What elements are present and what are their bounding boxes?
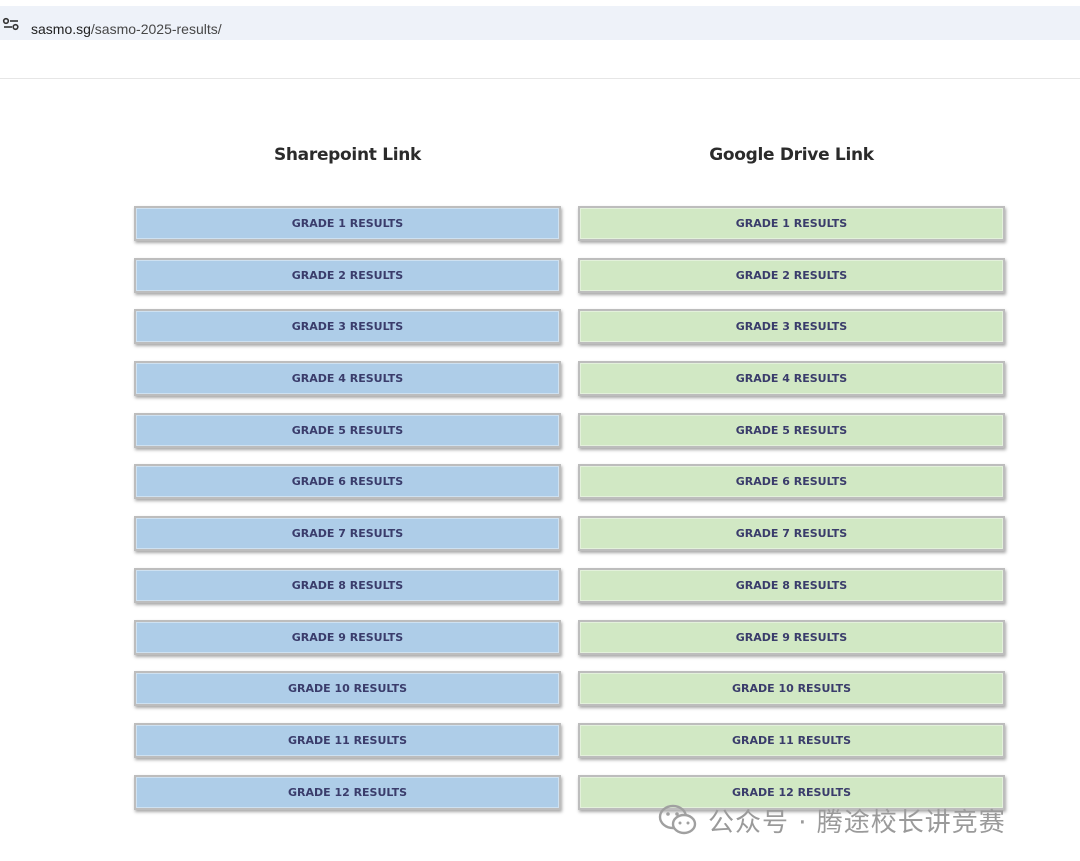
- google-drive-grade-11-results-button[interactable]: GRADE 11 RESULTS: [578, 722, 1005, 758]
- sharepoint-grade-4-results-button[interactable]: GRADE 4 RESULTS: [134, 361, 561, 397]
- google-drive-grade-5-results-button[interactable]: GRADE 5 RESULTS: [578, 412, 1005, 448]
- watermark: 公众号 · 腾途校长讲竞赛: [658, 800, 1006, 840]
- google-drive-column-title: Google Drive Link: [709, 145, 874, 165]
- sharepoint-grade-12-results-button[interactable]: GRADE 12 RESULTS: [134, 774, 561, 810]
- url-text[interactable]: sasmo.sg/sasmo-2025-results/: [31, 20, 222, 38]
- google-drive-grade-9-results-button[interactable]: GRADE 9 RESULTS: [578, 619, 1005, 655]
- sharepoint-button-list: GRADE 1 RESULTS GRADE 2 RESULTS GRADE 3 RE…: [134, 206, 561, 826]
- header-divider: [0, 78, 1080, 79]
- google-drive-grade-8-results-button[interactable]: GRADE 8 RESULTS: [578, 567, 1005, 603]
- url-path: /sasmo-2025-results/: [90, 21, 222, 37]
- sharepoint-grade-1-results-button[interactable]: GRADE 1 RESULTS: [134, 206, 561, 241]
- google-drive-button-list: GRADE 1 RESULTS GRADE 2 RESULTS GRADE 3 RE…: [578, 206, 1005, 826]
- sharepoint-grade-10-results-button[interactable]: GRADE 10 RESULTS: [134, 671, 561, 707]
- watermark-text: 公众号 · 腾途校长讲竞赛: [708, 807, 1006, 838]
- google-drive-grade-2-results-button[interactable]: GRADE 2 RESULTS: [578, 257, 1005, 293]
- google-drive-grade-4-results-button[interactable]: GRADE 4 RESULTS: [578, 361, 1005, 397]
- wechat-icon: [658, 804, 697, 835]
- google-drive-grade-7-results-button[interactable]: GRADE 7 RESULTS: [578, 516, 1005, 552]
- google-drive-grade-3-results-button[interactable]: GRADE 3 RESULTS: [578, 309, 1005, 345]
- sharepoint-grade-9-results-button[interactable]: GRADE 9 RESULTS: [134, 619, 561, 655]
- sharepoint-grade-11-results-button[interactable]: GRADE 11 RESULTS: [134, 722, 561, 758]
- sharepoint-grade-3-results-button[interactable]: GRADE 3 RESULTS: [134, 309, 561, 345]
- sharepoint-grade-2-results-button[interactable]: GRADE 2 RESULTS: [134, 257, 561, 293]
- sharepoint-grade-8-results-button[interactable]: GRADE 8 RESULTS: [134, 567, 561, 603]
- url-domain: sasmo.sg: [31, 21, 91, 37]
- google-drive-grade-1-results-button[interactable]: GRADE 1 RESULTS: [578, 206, 1005, 241]
- google-drive-grade-6-results-button[interactable]: GRADE 6 RESULTS: [578, 464, 1005, 500]
- sharepoint-grade-5-results-button[interactable]: GRADE 5 RESULTS: [134, 412, 561, 448]
- google-drive-grade-10-results-button[interactable]: GRADE 10 RESULTS: [578, 671, 1005, 707]
- address-bar: sasmo.sg/sasmo-2025-results/: [0, 0, 1080, 48]
- sharepoint-column-title: Sharepoint Link: [273, 145, 422, 165]
- sharepoint-grade-7-results-button[interactable]: GRADE 7 RESULTS: [134, 516, 561, 552]
- sharepoint-grade-6-results-button[interactable]: GRADE 6 RESULTS: [134, 464, 561, 500]
- site-settings-icon[interactable]: [2, 17, 20, 31]
- url-field[interactable]: sasmo.sg/sasmo-2025-results/: [0, 6, 1080, 40]
